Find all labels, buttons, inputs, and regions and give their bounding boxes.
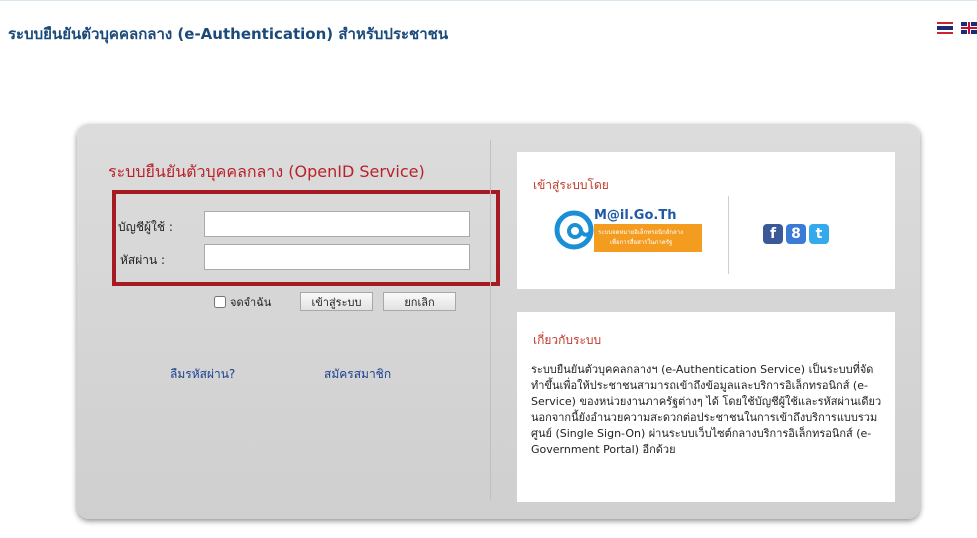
remember-label: จดจำฉัน bbox=[230, 296, 272, 309]
mail-logo-sub2: เพื่อการสื่อสารในภาครัฐ bbox=[610, 239, 673, 246]
about-title: เกี่ยวกับระบบ bbox=[533, 333, 602, 347]
uk-flag-icon[interactable] bbox=[961, 22, 977, 34]
google-plus-icon[interactable]: 8 bbox=[786, 224, 806, 244]
top-border bbox=[0, 0, 977, 7]
mail-go-th-logo[interactable]: M@il.Go.Th ระบบจดหมายอิเล็กทรอนิกส์กลาง … bbox=[554, 204, 702, 256]
register-link[interactable]: สมัครสมาชิก bbox=[324, 365, 391, 384]
language-switcher bbox=[937, 22, 977, 34]
signin-separator bbox=[728, 196, 729, 274]
signin-with-title: เข้าสู่ระบบโดย bbox=[533, 178, 609, 192]
page-title: ระบบยืนยันตัวบุคคลกลาง (e-Authentication… bbox=[8, 25, 449, 43]
thai-flag-icon[interactable] bbox=[937, 22, 953, 34]
highlight-box bbox=[112, 190, 500, 286]
cancel-button[interactable]: ยกเลิก bbox=[383, 292, 456, 311]
facebook-icon[interactable]: f bbox=[763, 224, 783, 244]
mail-logo-sub1: ระบบจดหมายอิเล็กทรอนิกส์กลาง bbox=[598, 229, 684, 236]
forgot-password-link[interactable]: ลืมรหัสผ่าน? bbox=[170, 365, 235, 384]
remember-me[interactable]: จดจำฉัน bbox=[214, 293, 271, 311]
remember-checkbox[interactable] bbox=[214, 296, 226, 308]
panel-divider bbox=[490, 140, 491, 500]
login-button[interactable]: เข้าสู่ระบบ bbox=[300, 292, 373, 311]
login-title: ระบบยืนยันตัวบุคคลกลาง (OpenID Service) bbox=[108, 162, 425, 181]
twitter-icon[interactable]: t bbox=[809, 224, 829, 244]
mail-logo-text: M@il.Go.Th bbox=[594, 208, 677, 223]
about-text: ระบบยืนยันตัวบุคคลกลางฯ (e-Authenticatio… bbox=[531, 363, 882, 456]
